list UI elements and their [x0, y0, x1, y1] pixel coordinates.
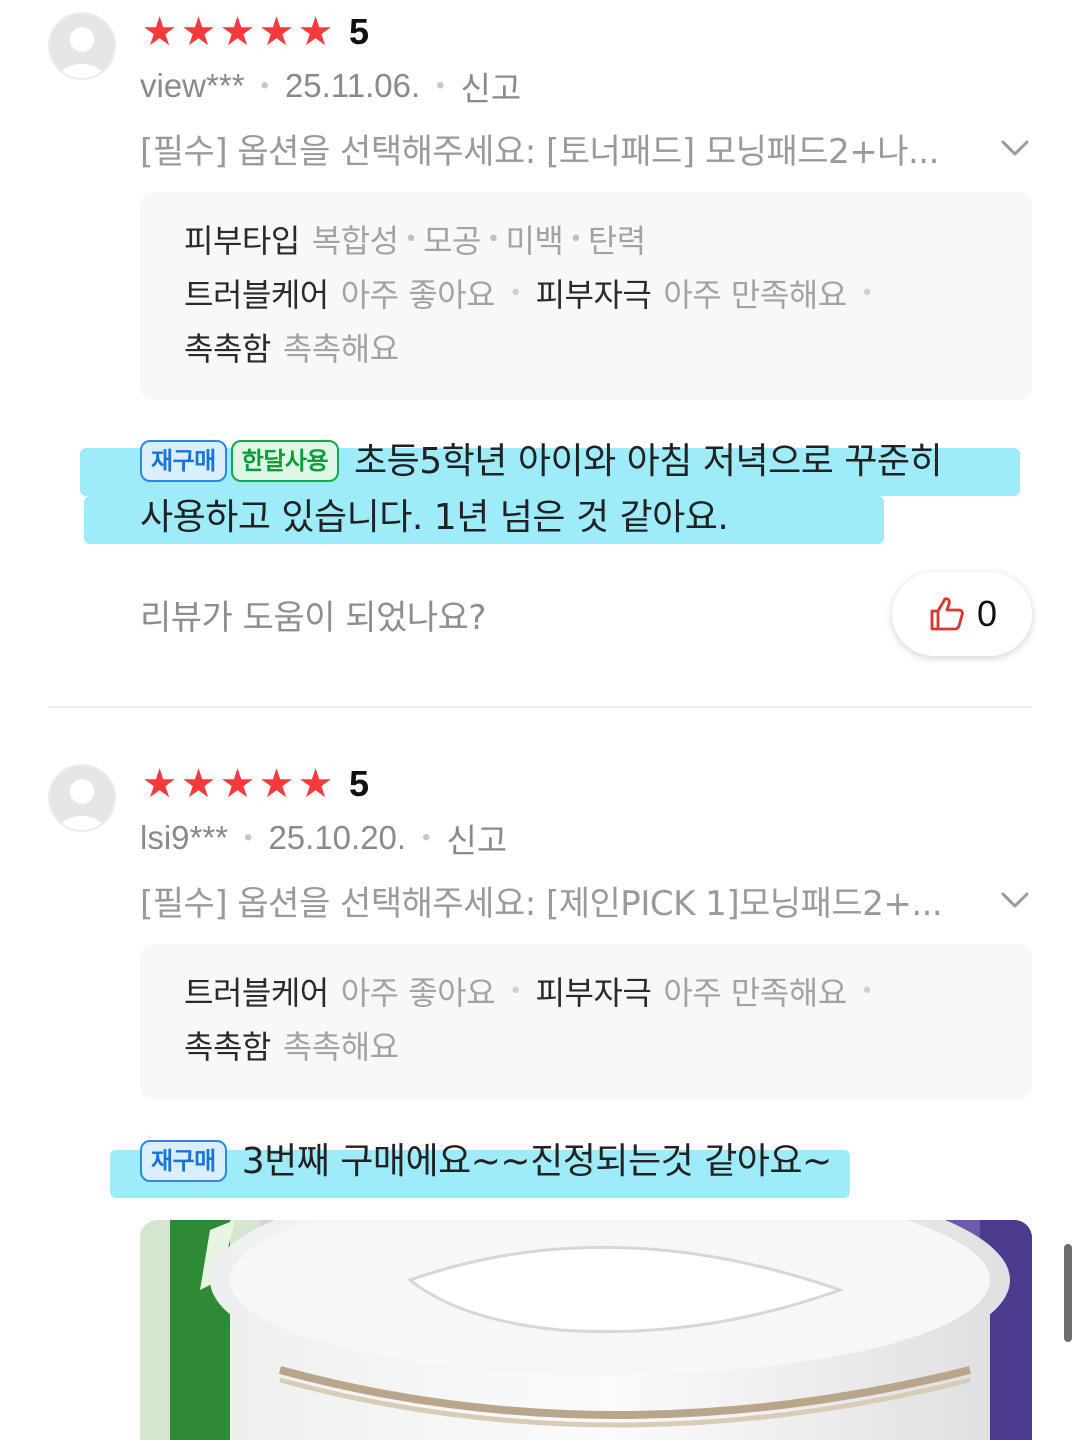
star-icon: ★	[180, 9, 217, 55]
star-icon: ★	[219, 761, 256, 807]
review-text: 재구매 한달사용 초등5학년 아이와 아침 저녁으로 꾸준히 사용하고 있습니다.…	[140, 434, 1020, 546]
attr-moisture: 촉촉함 촉촉해요	[184, 1028, 399, 1066]
report-link[interactable]: 신고	[446, 814, 507, 862]
option-text: [필수] 옵션을 선택해주세요: [제인PICK 1]모닝패드2+...	[140, 883, 943, 924]
like-count: 0	[976, 593, 998, 634]
one-month-badge: 한달사용	[230, 440, 340, 482]
rating-row: ★ ★ ★ ★ ★ 5	[140, 10, 369, 54]
scrollbar[interactable]	[1064, 1244, 1072, 1342]
helpful-question: 리뷰가 도움이 되었나요?	[140, 597, 486, 638]
star-icon: ★	[219, 9, 256, 55]
review-text: 재구매 3번째 구매에요~~진정되는것 같아요~	[140, 1134, 1020, 1190]
star-icon: ★	[258, 9, 295, 55]
review-card: ★ ★ ★ ★ ★ 5 view*** • 25.11.06. • 신고 [필수…	[0, 0, 1080, 708]
rating-row: ★ ★ ★ ★ ★ 5	[140, 762, 369, 806]
review-photo[interactable]: M	[140, 1220, 1032, 1440]
review-text-line: 초등5학년 아이와 아침 저녁으로 꾸준히	[354, 441, 943, 482]
reviewer-name: view***	[140, 67, 245, 104]
attr-trouble-irritation: 트러블케어 아주 좋아요 • 피부자극 아주 만족해요 •	[184, 276, 874, 314]
star-rating: ★ ★ ★ ★ ★	[140, 764, 335, 804]
rebuy-badge: 재구매	[140, 440, 227, 482]
review-text-line: 사용하고 있습니다. 1년 넘은 것 같아요.	[140, 497, 729, 538]
attribute-box: 트러블케어 아주 좋아요 • 피부자극 아주 만족해요 • 촉촉함 촉촉해요	[140, 944, 1032, 1100]
review-meta: view*** • 25.11.06. • 신고	[140, 66, 521, 107]
star-icon: ★	[297, 9, 334, 55]
attr-skin-type: 피부타입 복합성 • 모공 • 미백 • 탄력	[184, 222, 646, 260]
like-button[interactable]: 0	[892, 572, 1032, 656]
star-icon: ★	[297, 761, 334, 807]
option-selector[interactable]: [필수] 옵션을 선택해주세요: [토너패드] 모닝패드2+나...	[140, 126, 1032, 172]
attr-moisture: 촉촉함 촉촉해요	[184, 330, 399, 368]
product-photo-image	[140, 1220, 1032, 1440]
star-icon: ★	[141, 761, 178, 807]
star-icon: ★	[258, 761, 295, 807]
star-icon: ★	[141, 9, 178, 55]
review-date: 25.10.20.	[268, 819, 407, 856]
reviewer-name: lsi9***	[140, 819, 229, 856]
thumbs-up-icon	[930, 597, 964, 631]
review-card: ★ ★ ★ ★ ★ 5 lsi9*** • 25.10.20. • 신고 [필수…	[0, 752, 1080, 1440]
helpful-row: 리뷰가 도움이 되었나요? 0	[140, 572, 1032, 656]
report-link[interactable]: 신고	[461, 62, 522, 110]
rating-score: 5	[349, 11, 370, 52]
star-rating: ★ ★ ★ ★ ★	[140, 12, 335, 52]
review-divider	[48, 706, 1032, 708]
option-text: [필수] 옵션을 선택해주세요: [토너패드] 모닝패드2+나...	[140, 131, 939, 172]
rating-score: 5	[349, 763, 370, 804]
star-icon: ★	[180, 761, 217, 807]
chevron-down-icon[interactable]	[998, 131, 1032, 165]
review-text-line: 3번째 구매에요~~진정되는것 같아요~	[241, 1141, 832, 1182]
user-avatar-icon	[48, 12, 116, 80]
attribute-box: 피부타입 복합성 • 모공 • 미백 • 탄력 트러블케어 아주 좋아요 • 피…	[140, 192, 1032, 400]
chevron-down-icon[interactable]	[998, 883, 1032, 917]
user-avatar-icon	[48, 764, 116, 832]
option-selector[interactable]: [필수] 옵션을 선택해주세요: [제인PICK 1]모닝패드2+...	[140, 878, 1032, 924]
review-meta: lsi9*** • 25.10.20. • 신고	[140, 818, 507, 859]
attr-trouble-irritation: 트러블케어 아주 좋아요 • 피부자극 아주 만족해요 •	[184, 974, 874, 1012]
review-date: 25.11.06.	[284, 67, 421, 104]
rebuy-badge: 재구매	[140, 1140, 227, 1182]
